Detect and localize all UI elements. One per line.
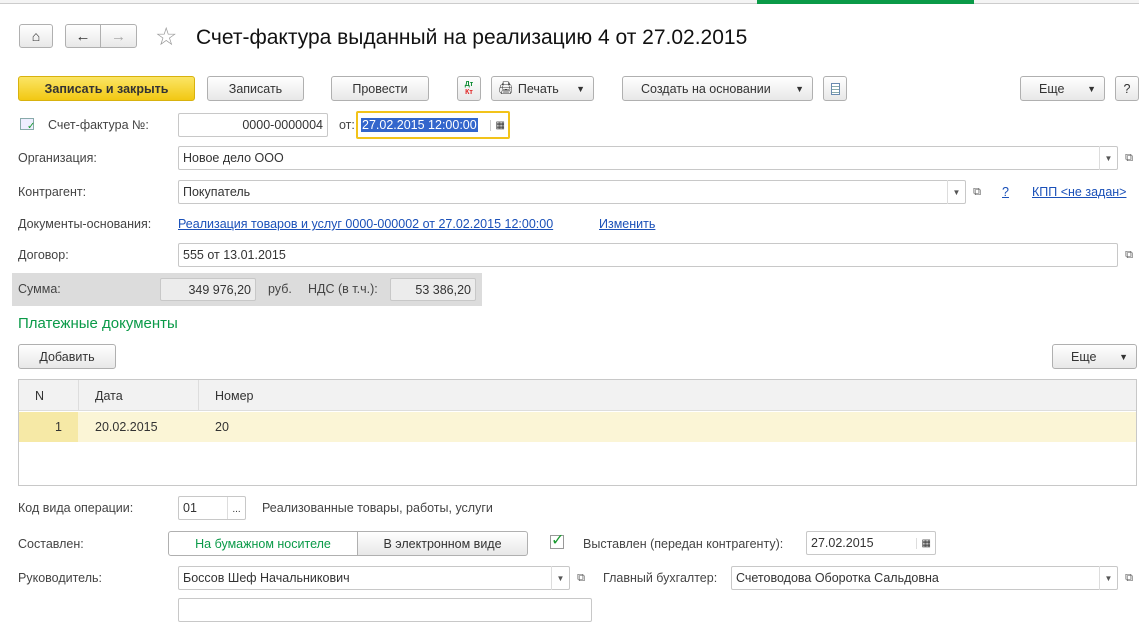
- save-button[interactable]: Записать: [207, 76, 304, 101]
- invoice-check-icon: ✓: [20, 118, 35, 132]
- row-n-cell: [19, 412, 78, 442]
- issued-date-value: 27.02.2015: [811, 536, 874, 550]
- counterparty-dropdown[interactable]: ▼: [947, 180, 965, 204]
- counterparty-help-link[interactable]: ?: [1002, 185, 1009, 199]
- head-input[interactable]: Боссов Шеф Начальникович: [178, 566, 570, 590]
- create-based-label: Создать на основании: [641, 81, 771, 96]
- invoice-number-label: Счет-фактура №:: [48, 118, 149, 132]
- chevron-down-icon: ▼: [795, 83, 804, 94]
- active-tab-indicator[interactable]: [757, 0, 974, 4]
- col-divider: [78, 380, 79, 411]
- organization-input[interactable]: Новое дело ООО: [178, 146, 1118, 170]
- more-label: Еще: [1039, 81, 1065, 96]
- currency-label: руб.: [268, 282, 292, 296]
- accountant-dropdown[interactable]: ▼: [1099, 566, 1117, 590]
- organization-label: Организация:: [18, 151, 97, 165]
- contract-input[interactable]: 555 от 13.01.2015: [178, 243, 1118, 267]
- issued-date-input[interactable]: 27.02.2015 ▦: [806, 531, 936, 555]
- head-open-button[interactable]: ⧉: [573, 566, 589, 590]
- back-button[interactable]: ←: [65, 24, 101, 48]
- kpp-link[interactable]: КПП <не задан>: [1032, 185, 1126, 199]
- row-date: 20.02.2015: [95, 420, 158, 434]
- counterparty-open-button[interactable]: ⧉: [969, 180, 985, 204]
- print-button[interactable]: 🖨 Печать ▼: [491, 76, 594, 101]
- sum-value: 349 976,20: [160, 278, 256, 301]
- row-number: 20: [215, 420, 229, 434]
- row-n: 1: [55, 420, 62, 434]
- paper-toggle[interactable]: На бумажном носителе: [168, 531, 358, 556]
- accountant-label: Главный бухгалтер:: [603, 571, 718, 585]
- organization-dropdown[interactable]: ▼: [1099, 146, 1117, 170]
- table-header: N Дата Номер: [19, 380, 1136, 411]
- composed-label: Составлен:: [18, 537, 84, 551]
- printer-icon: 🖨: [498, 81, 514, 95]
- favorite-star-icon[interactable]: ☆: [155, 22, 177, 52]
- date-value: 27.02.2015 12:00:00: [361, 118, 478, 132]
- date-input[interactable]: 27.02.2015 12:00:00 ▦: [356, 111, 510, 139]
- payments-more-button[interactable]: Еще ▼: [1052, 344, 1137, 369]
- basis-doc-link[interactable]: Реализация товаров и услуг 0000-000002 о…: [178, 217, 553, 231]
- electronic-toggle[interactable]: В электронном виде: [357, 531, 528, 556]
- kt-icon: Кт: [465, 88, 473, 96]
- basis-docs-label: Документы-основания:: [18, 217, 152, 231]
- organization-open-button[interactable]: ⧉: [1121, 146, 1137, 170]
- col-divider: [198, 380, 199, 411]
- print-label: Печать: [517, 81, 559, 96]
- more-button[interactable]: Еще ▼: [1020, 76, 1105, 101]
- head-label: Руководитель:: [18, 571, 103, 585]
- save-close-button[interactable]: Записать и закрыть: [18, 76, 195, 101]
- head-dropdown[interactable]: ▼: [551, 566, 569, 590]
- op-code-description: Реализованные товары, работы, услуги: [262, 501, 493, 515]
- contract-open-button[interactable]: ⧉: [1121, 243, 1137, 267]
- help-button[interactable]: ?: [1115, 76, 1139, 101]
- payments-more-label: Еще: [1071, 349, 1097, 364]
- payments-heading: Платежные документы: [18, 315, 178, 332]
- chevron-down-icon: ▼: [576, 83, 585, 94]
- chevron-down-icon: ▼: [1087, 83, 1096, 94]
- col-n[interactable]: N: [35, 389, 44, 403]
- dt-icon: Дт: [464, 80, 474, 88]
- page-title: Счет-фактура выданный на реализацию 4 от…: [196, 26, 748, 49]
- counterparty-input[interactable]: Покупатель: [178, 180, 966, 204]
- calendar-icon[interactable]: ▦: [915, 537, 931, 549]
- payments-table: N Дата Номер 1 20.02.2015 20: [18, 379, 1137, 486]
- calendar-icon[interactable]: ▦: [489, 119, 505, 131]
- table-row[interactable]: 1 20.02.2015 20: [19, 412, 1136, 442]
- post-button[interactable]: Провести: [331, 76, 429, 101]
- vat-label: НДС (в т.ч.):: [308, 282, 378, 296]
- report-button[interactable]: [823, 76, 847, 101]
- counterparty-label: Контрагент:: [18, 185, 87, 199]
- col-date[interactable]: Дата: [95, 389, 123, 403]
- add-payment-button[interactable]: Добавить: [18, 344, 116, 369]
- sum-label: Сумма:: [18, 282, 61, 296]
- home-button[interactable]: ⌂: [19, 24, 53, 48]
- issued-checkbox[interactable]: ✓: [550, 533, 564, 549]
- contract-label: Договор:: [18, 248, 69, 262]
- accountant-input[interactable]: Счетоводова Оборотка Сальдовна: [731, 566, 1118, 590]
- vat-value: 53 386,20: [390, 278, 476, 301]
- op-code-select-button[interactable]: ...: [227, 497, 245, 519]
- invoice-number-input[interactable]: 0000-0000004: [178, 113, 328, 137]
- chevron-down-icon: ▼: [1119, 351, 1128, 362]
- col-number[interactable]: Номер: [215, 389, 253, 403]
- create-based-button[interactable]: Создать на основании ▼: [622, 76, 813, 101]
- change-basis-link[interactable]: Изменить: [599, 217, 655, 231]
- issued-label: Выставлен (передан контрагенту):: [583, 537, 784, 551]
- partial-field[interactable]: [178, 598, 592, 622]
- forward-button[interactable]: →: [100, 24, 137, 48]
- accountant-open-button[interactable]: ⧉: [1121, 566, 1137, 590]
- date-label: от:: [339, 118, 355, 132]
- dtkt-button[interactable]: Дт Кт: [457, 76, 481, 101]
- op-code-label: Код вида операции:: [18, 501, 134, 515]
- document-icon: [830, 82, 840, 95]
